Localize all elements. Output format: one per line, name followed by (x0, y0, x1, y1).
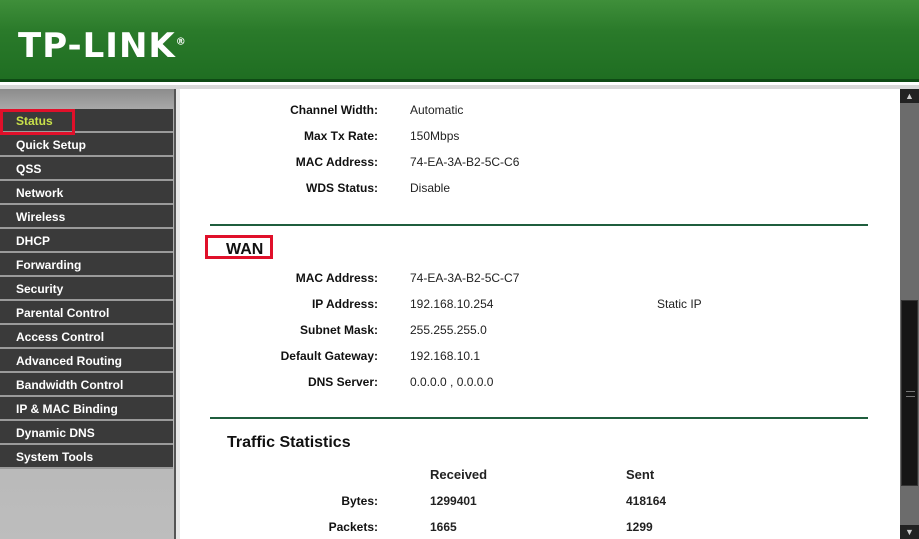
sidebar-item-label: Security (16, 282, 64, 296)
section-divider (210, 417, 868, 419)
sidebar-item-dynamic-dns[interactable]: Dynamic DNS (0, 421, 173, 445)
sidebar-item-wireless[interactable]: Wireless (0, 205, 173, 229)
section-divider (210, 224, 868, 226)
scrollbar-thumb[interactable] (901, 300, 918, 486)
sidebar-item-security[interactable]: Security (0, 277, 173, 301)
sidebar-item-network[interactable]: Network (0, 181, 173, 205)
sidebar-item-label: Bandwidth Control (16, 378, 124, 392)
field-label: DNS Server: (307, 375, 378, 389)
field-label: WDS Status: (306, 181, 378, 195)
field-value: 74-EA-3A-B2-5C-C6 (410, 155, 520, 169)
column-header-received: Received (430, 467, 488, 482)
field-label: Packets: (328, 520, 378, 534)
field-value: 192.168.10.1 (410, 349, 481, 363)
field-value: 255.255.255.0 (410, 323, 487, 337)
field-label: MAC Address: (295, 271, 378, 285)
sidebar-item-label: IP & MAC Binding (16, 402, 118, 416)
tp-link-logo: TP-LINK® (18, 26, 187, 66)
sidebar-item-label: Quick Setup (16, 138, 87, 152)
main-content: Channel Width: Automatic Max Tx Rate: 150Mb… (180, 89, 900, 539)
sidebar-item-qss[interactable]: QSS (0, 157, 173, 181)
traffic-title: Traffic Statistics (227, 434, 351, 451)
scroll-down-icon[interactable]: ▼ (900, 525, 919, 539)
field-value: Static IP (657, 297, 702, 311)
column-header-sent: Sent (626, 467, 655, 482)
sidebar-item-label: Access Control (16, 330, 105, 344)
sidebar-item-label: Status (16, 114, 53, 128)
sidebar-item-label: System Tools (16, 450, 94, 464)
sidebar-item-status[interactable]: Status (0, 109, 173, 135)
sidebar-item-label: QSS (16, 162, 42, 176)
sidebar-item-label: Network (16, 186, 64, 200)
sidebar-item-access-control[interactable]: Access Control (0, 325, 173, 349)
sidebar-item-label: Forwarding (16, 258, 82, 272)
sidebar-item-parental-control[interactable]: Parental Control (0, 301, 173, 325)
field-value: Automatic (410, 103, 464, 117)
field-label: Subnet Mask: (299, 323, 378, 337)
sidebar-item-label: Advanced Routing (16, 354, 123, 368)
sidebar-item-ip-mac-binding[interactable]: IP & MAC Binding (0, 397, 173, 421)
field-value: 1299 (626, 520, 653, 534)
field-value: 1665 (430, 520, 457, 534)
sidebar: Status Quick Setup QSS Network Wireless DHCP F… (0, 89, 176, 539)
sidebar-item-label: Dynamic DNS (16, 426, 95, 440)
scrollbar[interactable]: ▲ ▼ (900, 89, 919, 539)
field-value: 74-EA-3A-B2-5C-C7 (410, 271, 520, 285)
sidebar-item-forwarding[interactable]: Forwarding (0, 253, 173, 277)
field-value: 1299401 (430, 494, 477, 508)
field-label: Bytes: (341, 494, 378, 508)
field-value: 418164 (626, 494, 667, 508)
field-label: MAC Address: (295, 155, 378, 169)
field-value: 150Mbps (410, 129, 460, 143)
field-value: 192.168.10.254 (410, 297, 494, 311)
wan-title: WAN (226, 241, 264, 258)
sidebar-item-bandwidth-control[interactable]: Bandwidth Control (0, 373, 173, 397)
header: TP-LINK® (0, 0, 919, 82)
sidebar-item-quick-setup[interactable]: Quick Setup (0, 133, 173, 157)
field-label: Max Tx Rate: (303, 129, 378, 143)
sidebar-item-label: Parental Control (16, 306, 110, 320)
sidebar-item-label: DHCP (16, 234, 51, 248)
field-label: IP Address: (311, 297, 378, 311)
scroll-up-icon[interactable]: ▲ (900, 89, 919, 103)
sidebar-item-system-tools[interactable]: System Tools (0, 445, 173, 469)
sidebar-item-label: Wireless (16, 210, 66, 224)
field-label: Default Gateway: (280, 349, 378, 363)
field-value: Disable (410, 181, 451, 195)
field-value: 0.0.0.0 , 0.0.0.0 (410, 375, 494, 389)
field-label: Channel Width: (290, 103, 378, 117)
sidebar-item-advanced-routing[interactable]: Advanced Routing (0, 349, 173, 373)
sidebar-item-dhcp[interactable]: DHCP (0, 229, 173, 253)
